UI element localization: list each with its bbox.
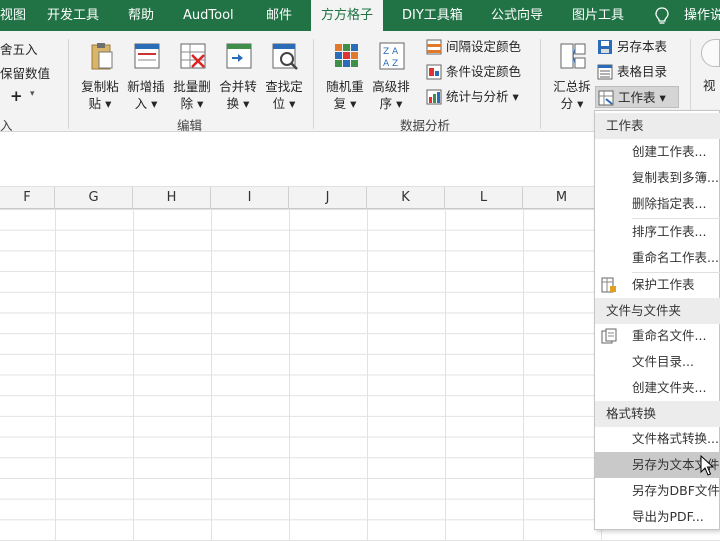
column-header[interactable]: H	[133, 187, 211, 209]
tab-tell-me[interactable]: 操作说	[684, 0, 720, 31]
group-separator	[68, 39, 69, 129]
batch-delete-label-2: 除 ▾	[180, 96, 204, 111]
svg-text:Z A: Z A	[383, 47, 399, 57]
tab-mail[interactable]: 邮件	[266, 0, 292, 31]
random-grid-icon	[335, 44, 358, 67]
summary-split-icon	[560, 43, 586, 69]
tab-diy-toolbox[interactable]: DIY工具箱	[402, 0, 463, 31]
merge-convert-label-2: 换 ▾	[226, 96, 250, 111]
tab-help[interactable]: 帮助	[128, 0, 154, 31]
group-separator	[313, 39, 314, 129]
svg-text:A Z: A Z	[383, 59, 398, 69]
worksheet-label: 工作表 ▾	[618, 90, 666, 105]
tab-view[interactable]: 视图	[0, 0, 26, 31]
ribbon-tab-bar: 视图 开发工具 帮助 AudTool 邮件 方方格子 DIY工具箱 公式向导 图…	[0, 0, 720, 32]
advanced-sort-label-2: 序 ▾	[379, 96, 403, 111]
round-button[interactable]: 舍五入	[0, 39, 38, 58]
delete-table-icon	[180, 43, 206, 69]
menu-section-worksheet: 工作表	[595, 113, 720, 139]
analysis-group-label: 数据分析	[400, 118, 451, 133]
column-header[interactable]: F	[0, 187, 55, 209]
random-repeat-button[interactable]: 随机重 复 ▾	[322, 39, 368, 111]
tab-formula-wizard[interactable]: 公式向导	[491, 0, 543, 31]
view-label: 视	[703, 78, 716, 93]
chevron-down-icon[interactable]: ▾	[30, 89, 35, 99]
plus-button[interactable]: +	[10, 87, 23, 105]
menu-item-rename-sheets[interactable]: 重命名工作表...	[595, 245, 720, 271]
grid-line	[133, 209, 134, 541]
column-header[interactable]: L	[445, 187, 523, 209]
tab-audtool[interactable]: AudTool	[183, 0, 234, 31]
menu-item-save-as-dbf[interactable]: 另存为DBF文件	[595, 478, 720, 504]
column-header[interactable]: K	[367, 187, 445, 209]
menu-item-create-sheet[interactable]: 创建工作表...	[595, 139, 720, 165]
view-button[interactable]: 视	[699, 39, 720, 109]
group-label-partial: 入	[0, 118, 13, 133]
menu-item-protect-sheet[interactable]: 保护工作表	[595, 272, 720, 298]
menu-item-sort-sheets[interactable]: 排序工作表...	[595, 219, 720, 245]
rename-files-icon	[601, 328, 617, 344]
merge-convert-button[interactable]: 合并转 换 ▾	[215, 39, 261, 111]
summary-split-label-2: 分 ▾	[560, 96, 584, 111]
tab-picture-tools[interactable]: 图片工具	[572, 0, 624, 31]
sort-az-icon: Z A A Z	[379, 42, 405, 70]
column-header[interactable]: I	[211, 187, 289, 209]
tab-developer[interactable]: 开发工具	[47, 0, 99, 31]
grid-line	[523, 209, 524, 541]
pointer-cursor-icon	[700, 455, 714, 476]
summary-split-button[interactable]: 汇总拆 分 ▾	[549, 39, 595, 111]
statistics-icon	[426, 89, 442, 105]
grid-line	[445, 209, 446, 541]
statistics-analysis-label: 统计与分析 ▾	[446, 89, 519, 104]
insert-button[interactable]: 新增插 入 ▾	[123, 39, 169, 111]
copy-paste-button[interactable]: 复制粘 贴 ▾	[77, 39, 123, 111]
clipboard-icon	[91, 43, 113, 70]
menu-section-files-folders: 文件与文件夹	[595, 298, 720, 324]
save-icon	[598, 40, 612, 54]
condition-color-icon	[426, 64, 442, 80]
worksheet-dropdown-button[interactable]: 工作表 ▾	[595, 86, 679, 108]
view-icon	[701, 39, 720, 67]
merge-convert-icon	[226, 43, 252, 69]
grid-line	[211, 209, 212, 541]
column-header[interactable]: J	[289, 187, 367, 209]
insert-rows-icon	[134, 43, 160, 69]
menu-item-file-directory[interactable]: 文件目录...	[595, 349, 720, 375]
column-header[interactable]: G	[55, 187, 133, 209]
menu-item-rename-files[interactable]: 重命名文件...	[595, 323, 720, 349]
menu-item-file-format-convert[interactable]: 文件格式转换...	[595, 426, 720, 452]
advanced-sort-button[interactable]: Z A A Z 高级排 序 ▾	[368, 39, 414, 111]
catalog-icon	[597, 64, 613, 80]
menu-item-delete-sheet[interactable]: 删除指定表...	[595, 191, 720, 217]
edit-group-label: 编辑	[177, 118, 203, 133]
group-separator	[540, 39, 541, 129]
random-repeat-label-2: 复 ▾	[333, 96, 357, 111]
interval-color-icon	[426, 39, 442, 55]
tab-fangfanggezi[interactable]: 方方格子	[311, 0, 384, 32]
worksheet-icon	[598, 90, 614, 106]
protect-sheet-icon	[601, 277, 616, 293]
keep-value-button[interactable]: 保留数值	[0, 63, 50, 82]
menu-item-copy-to-books[interactable]: 复制表到多簿...	[595, 165, 720, 191]
grid-line	[367, 209, 368, 541]
menu-item-create-folder[interactable]: 创建文件夹...	[595, 375, 720, 401]
find-locate-label-2: 位 ▾	[272, 96, 296, 111]
batch-delete-button[interactable]: 批量删 除 ▾	[169, 39, 215, 111]
lightbulb-icon[interactable]	[655, 7, 669, 25]
copy-paste-label-2: 贴 ▾	[88, 96, 112, 111]
menu-section-format-convert: 格式转换	[595, 401, 720, 427]
find-locate-button[interactable]: 查找定 位 ▾	[261, 39, 307, 111]
insert-label-2: 入 ▾	[134, 96, 158, 111]
column-header[interactable]: M	[523, 187, 601, 209]
find-icon	[272, 43, 298, 70]
menu-item-export-pdf[interactable]: 导出为PDF...	[595, 504, 720, 530]
grid-line	[55, 209, 56, 541]
grid-line	[289, 209, 290, 541]
